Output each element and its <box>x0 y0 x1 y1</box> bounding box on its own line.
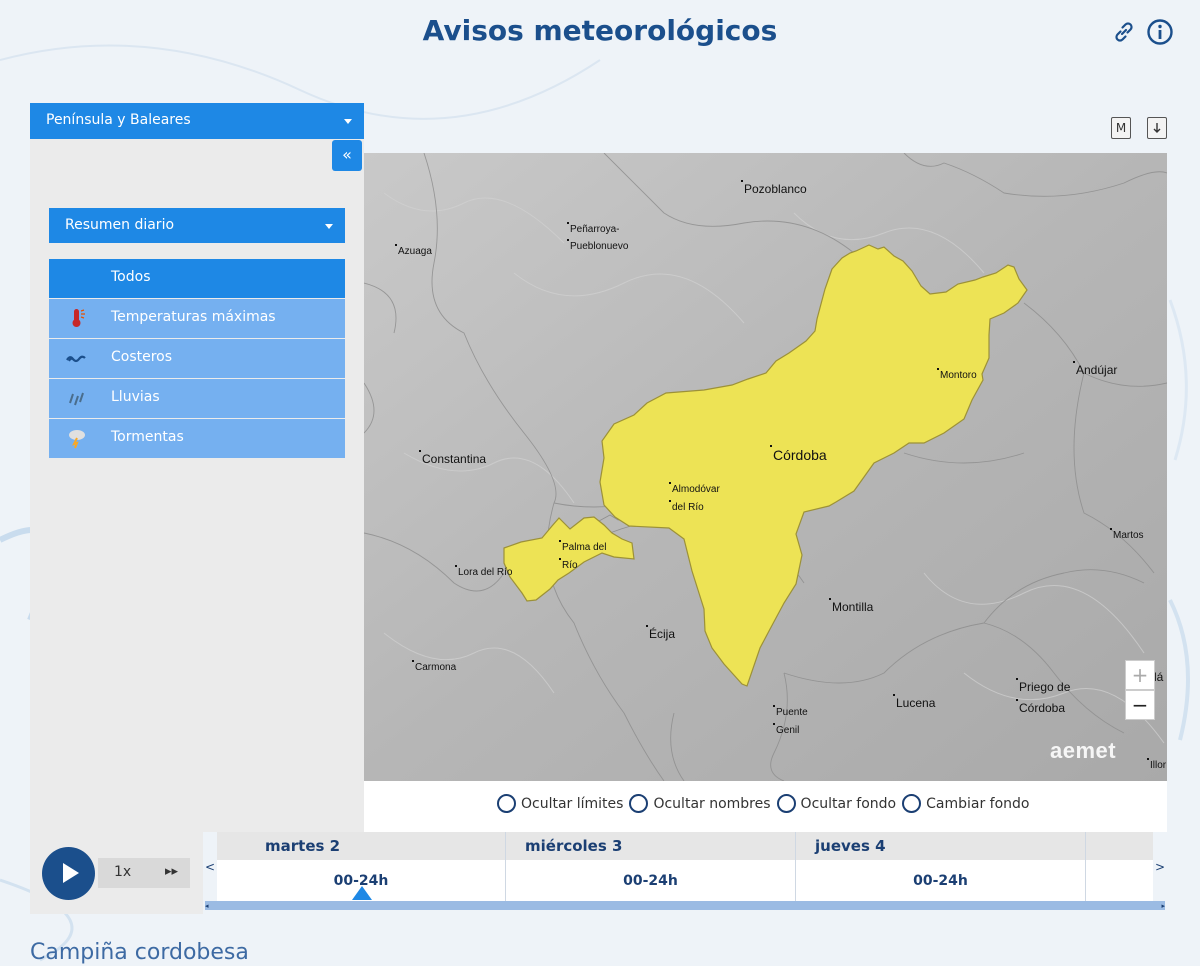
collapse-panel-button[interactable]: « <box>332 140 362 171</box>
zoom-in-button[interactable]: + <box>1125 660 1155 690</box>
place-alcala: lá <box>1150 667 1164 684</box>
summary-select-label: Resumen diario <box>65 217 175 233</box>
play-button[interactable] <box>42 847 95 900</box>
timeline-day[interactable] <box>1086 832 1153 902</box>
timeline-prev-button[interactable]: < <box>203 832 217 902</box>
place-pozoblanco: Pozoblanco <box>741 179 807 196</box>
place-almodovar: Almodóvar <box>669 482 720 495</box>
day-name <box>1086 832 1153 860</box>
hide-limits-label: Ocultar límites <box>521 795 624 812</box>
thermometer-icon <box>72 309 85 327</box>
change-background-option[interactable]: Cambiar fondo <box>902 794 1030 813</box>
speed-control: 1x ▸▸ <box>98 858 190 888</box>
place-montoro: Montoro <box>937 368 977 381</box>
timeline: 1x ▸▸ < martes 2 00-24h miércoles 3 00-2… <box>30 832 1167 914</box>
place-penarroya-2: Pueblonuevo <box>566 239 629 252</box>
play-icon <box>63 863 79 883</box>
place-carmona: Carmona <box>411 660 457 673</box>
hide-names-label: Ocultar nombres <box>653 795 771 812</box>
region-select[interactable]: Península y Baleares <box>30 103 364 139</box>
day-name: martes 2 <box>217 832 505 860</box>
type-item-todos[interactable]: Todos <box>49 259 345 298</box>
link-icon[interactable] <box>1110 18 1138 46</box>
speed-value[interactable]: 1x <box>114 864 131 880</box>
chevron-down-icon <box>344 119 352 124</box>
map-options-bar: Ocultar límites Ocultar nombres Ocultar … <box>364 781 1167 832</box>
day-period[interactable] <box>1086 860 1153 902</box>
hide-names-checkbox[interactable] <box>629 794 649 813</box>
place-puente-2: Genil <box>772 723 800 736</box>
hide-background-label: Ocultar fondo <box>800 795 897 812</box>
warning-type-list: Todos Temperaturas máximas Costeros Lluv… <box>49 259 345 459</box>
place-andujar: Andújar <box>1072 360 1118 377</box>
zone-title: Campiña cordobesa <box>30 940 249 965</box>
place-martos: Martos <box>1110 528 1144 541</box>
place-illora: Illor <box>1146 758 1167 771</box>
download-icon[interactable] <box>1147 117 1167 139</box>
place-almodovar-2: del Río <box>669 500 704 513</box>
warning-map[interactable]: Pozoblanco Peñarroya- Pueblonuevo Azuaga… <box>364 153 1167 781</box>
place-ecija: Écija <box>645 624 676 641</box>
rain-icon <box>69 392 84 406</box>
header-actions <box>1110 18 1174 46</box>
hide-background-checkbox[interactable] <box>776 794 796 813</box>
summary-select[interactable]: Resumen diario <box>49 208 345 243</box>
type-item-costeros[interactable]: Costeros <box>49 339 345 378</box>
place-constantina: Constantina <box>418 449 487 466</box>
day-name: jueves 4 <box>796 832 1085 860</box>
chevron-down-icon <box>325 224 333 229</box>
place-lora: Lora del Río <box>454 565 513 578</box>
timeline-track[interactable]: ◂ ▸ <box>205 901 1165 910</box>
timeline-cursor[interactable] <box>352 886 372 900</box>
waves-icon <box>66 355 86 363</box>
fast-forward-icon[interactable]: ▸▸ <box>165 864 178 879</box>
aemet-watermark: aemet <box>1050 738 1117 763</box>
change-background-label: Cambiar fondo <box>926 795 1030 812</box>
track-right-arrow-icon[interactable]: ▸ <box>1161 902 1165 910</box>
timeline-next-button[interactable]: > <box>1153 832 1167 902</box>
type-item-tormentas[interactable]: Tormentas <box>49 419 345 458</box>
place-penarroya: Peñarroya- <box>566 222 620 235</box>
page-title: Avisos meteorológicos <box>422 14 778 47</box>
timeline-day[interactable]: jueves 4 00-24h <box>796 832 1086 902</box>
region-select-label: Península y Baleares <box>46 112 191 128</box>
hide-names-option[interactable]: Ocultar nombres <box>629 794 771 813</box>
timeline-day[interactable]: miércoles 3 00-24h <box>506 832 796 902</box>
type-item-label: Todos <box>111 269 151 285</box>
place-lucena: Lucena <box>892 693 936 710</box>
type-item-label: Temperaturas máximas <box>111 309 276 325</box>
type-item-label: Tormentas <box>111 429 184 445</box>
player-controls: 1x ▸▸ <box>30 832 203 914</box>
place-montilla: Montilla <box>828 597 874 614</box>
map-tools: M <box>1111 117 1167 139</box>
type-item-temperaturas[interactable]: Temperaturas máximas <box>49 299 345 338</box>
place-palma-2: Río <box>559 558 578 571</box>
zoom-control: + − <box>1125 660 1155 720</box>
place-priego-2: Córdoba <box>1015 698 1066 715</box>
type-item-lluvias[interactable]: Lluvias <box>49 379 345 418</box>
hide-background-option[interactable]: Ocultar fondo <box>776 794 897 813</box>
zoom-out-button[interactable]: − <box>1125 690 1155 720</box>
place-azuaga: Azuaga <box>395 244 432 257</box>
place-priego: Priego de <box>1015 677 1071 694</box>
day-period[interactable]: 00-24h <box>796 860 1085 902</box>
hide-limits-option[interactable]: Ocultar límites <box>497 794 623 813</box>
place-palma: Palma del <box>558 540 607 553</box>
type-item-label: Costeros <box>111 349 173 365</box>
info-icon[interactable] <box>1146 18 1174 46</box>
place-puente: Puente <box>773 705 808 718</box>
hide-limits-checkbox[interactable] <box>497 794 516 813</box>
day-period[interactable]: 00-24h <box>506 860 795 902</box>
m-button[interactable]: M <box>1111 117 1131 139</box>
day-name: miércoles 3 <box>506 832 795 860</box>
type-item-label: Lluvias <box>111 389 160 405</box>
place-cordoba: Córdoba <box>770 445 827 463</box>
track-left-arrow-icon[interactable]: ◂ <box>205 902 209 910</box>
storm-icon <box>69 430 85 449</box>
change-background-checkbox[interactable] <box>902 794 922 813</box>
